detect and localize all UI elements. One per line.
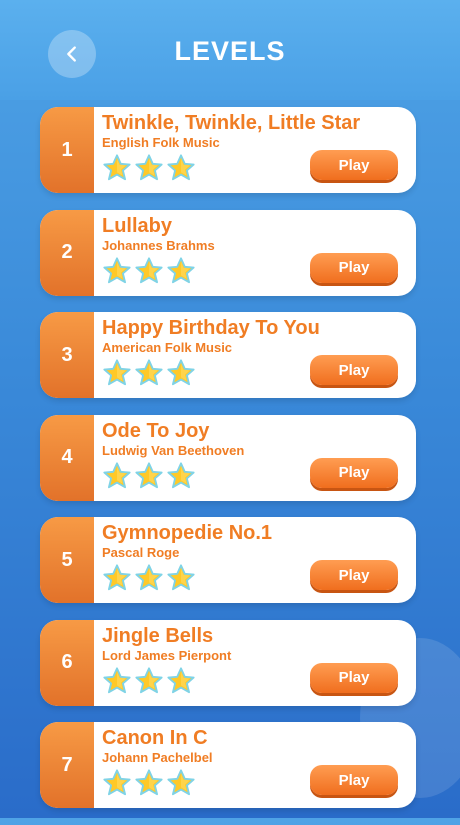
- star-rating: [102, 768, 196, 803]
- star-icon: [134, 358, 164, 393]
- star-icon: [102, 461, 132, 496]
- song-composer: American Folk Music: [102, 340, 233, 355]
- star-icon: [134, 256, 164, 291]
- song-composer: Ludwig Van Beethoven: [102, 442, 245, 458]
- star-icon: [166, 666, 196, 701]
- star-rating: [102, 461, 196, 496]
- star-icon: [102, 563, 132, 598]
- star-icon: [166, 563, 196, 598]
- star-icon: [166, 256, 196, 291]
- levels-list: 1 Twinkle, Twinkle, Little Star English …: [40, 107, 416, 825]
- song-composer: Pascal Roge: [102, 545, 180, 560]
- play-button[interactable]: Play: [310, 765, 398, 795]
- play-button[interactable]: Play: [310, 252, 398, 283]
- level-number: 5: [40, 517, 94, 603]
- star-icon: [134, 461, 164, 496]
- star-rating: [102, 563, 196, 598]
- song-composer: Johannes Brahms: [102, 237, 215, 253]
- star-rating: [102, 153, 196, 188]
- play-button[interactable]: Play: [310, 662, 398, 693]
- star-icon: [134, 666, 164, 701]
- song-composer: Johann Pachelbel: [102, 750, 213, 765]
- play-button[interactable]: Play: [310, 150, 398, 180]
- star-icon: [102, 153, 132, 188]
- level-card[interactable]: 7 Canon In C Johann Pachelbel Play: [40, 722, 416, 808]
- star-icon: [102, 256, 132, 291]
- star-icon: [134, 153, 164, 188]
- song-title: Gymnopedie No.1: [102, 522, 273, 544]
- star-icon: [102, 358, 132, 393]
- star-icon: [102, 768, 132, 803]
- song-title: Jingle Bells: [102, 624, 214, 647]
- level-number: 4: [40, 414, 94, 501]
- song-title: Ode To Joy: [102, 419, 210, 442]
- star-rating: [102, 666, 196, 701]
- page-title: LEVELS: [174, 36, 286, 66]
- star-icon: [134, 768, 164, 803]
- play-button[interactable]: Play: [310, 457, 398, 488]
- song-title: Happy Birthday To You: [102, 317, 320, 339]
- star-icon: [166, 768, 196, 803]
- level-card[interactable]: 4 Ode To Joy Ludwig Van Beethoven Play: [40, 414, 416, 501]
- level-card[interactable]: 1 Twinkle, Twinkle, Little Star English …: [40, 107, 416, 193]
- level-card[interactable]: 3 Happy Birthday To You American Folk Mu…: [40, 312, 416, 398]
- star-icon: [166, 358, 196, 393]
- star-rating: [102, 358, 196, 393]
- song-title: Lullaby: [102, 214, 173, 237]
- star-icon: [134, 563, 164, 598]
- star-rating: [102, 256, 196, 291]
- star-icon: [166, 461, 196, 496]
- song-title: Twinkle, Twinkle, Little Star: [102, 112, 361, 134]
- play-button[interactable]: Play: [310, 355, 398, 385]
- level-number: 2: [40, 209, 94, 296]
- star-icon: [166, 153, 196, 188]
- level-number: 7: [40, 722, 94, 808]
- level-card[interactable]: 6 Jingle Bells Lord James Pierpont Play: [40, 619, 416, 706]
- level-card[interactable]: 5 Gymnopedie No.1 Pascal Roge Play: [40, 517, 416, 603]
- level-number: 1: [40, 107, 94, 193]
- song-composer: Lord James Pierpont: [102, 647, 232, 663]
- song-title: Canon In C: [102, 727, 208, 749]
- play-button[interactable]: Play: [310, 560, 398, 590]
- song-composer: English Folk Music: [102, 135, 220, 150]
- level-number: 3: [40, 312, 94, 398]
- level-number: 6: [40, 619, 94, 706]
- level-card[interactable]: 2 Lullaby Johannes Brahms Play: [40, 209, 416, 296]
- star-icon: [102, 666, 132, 701]
